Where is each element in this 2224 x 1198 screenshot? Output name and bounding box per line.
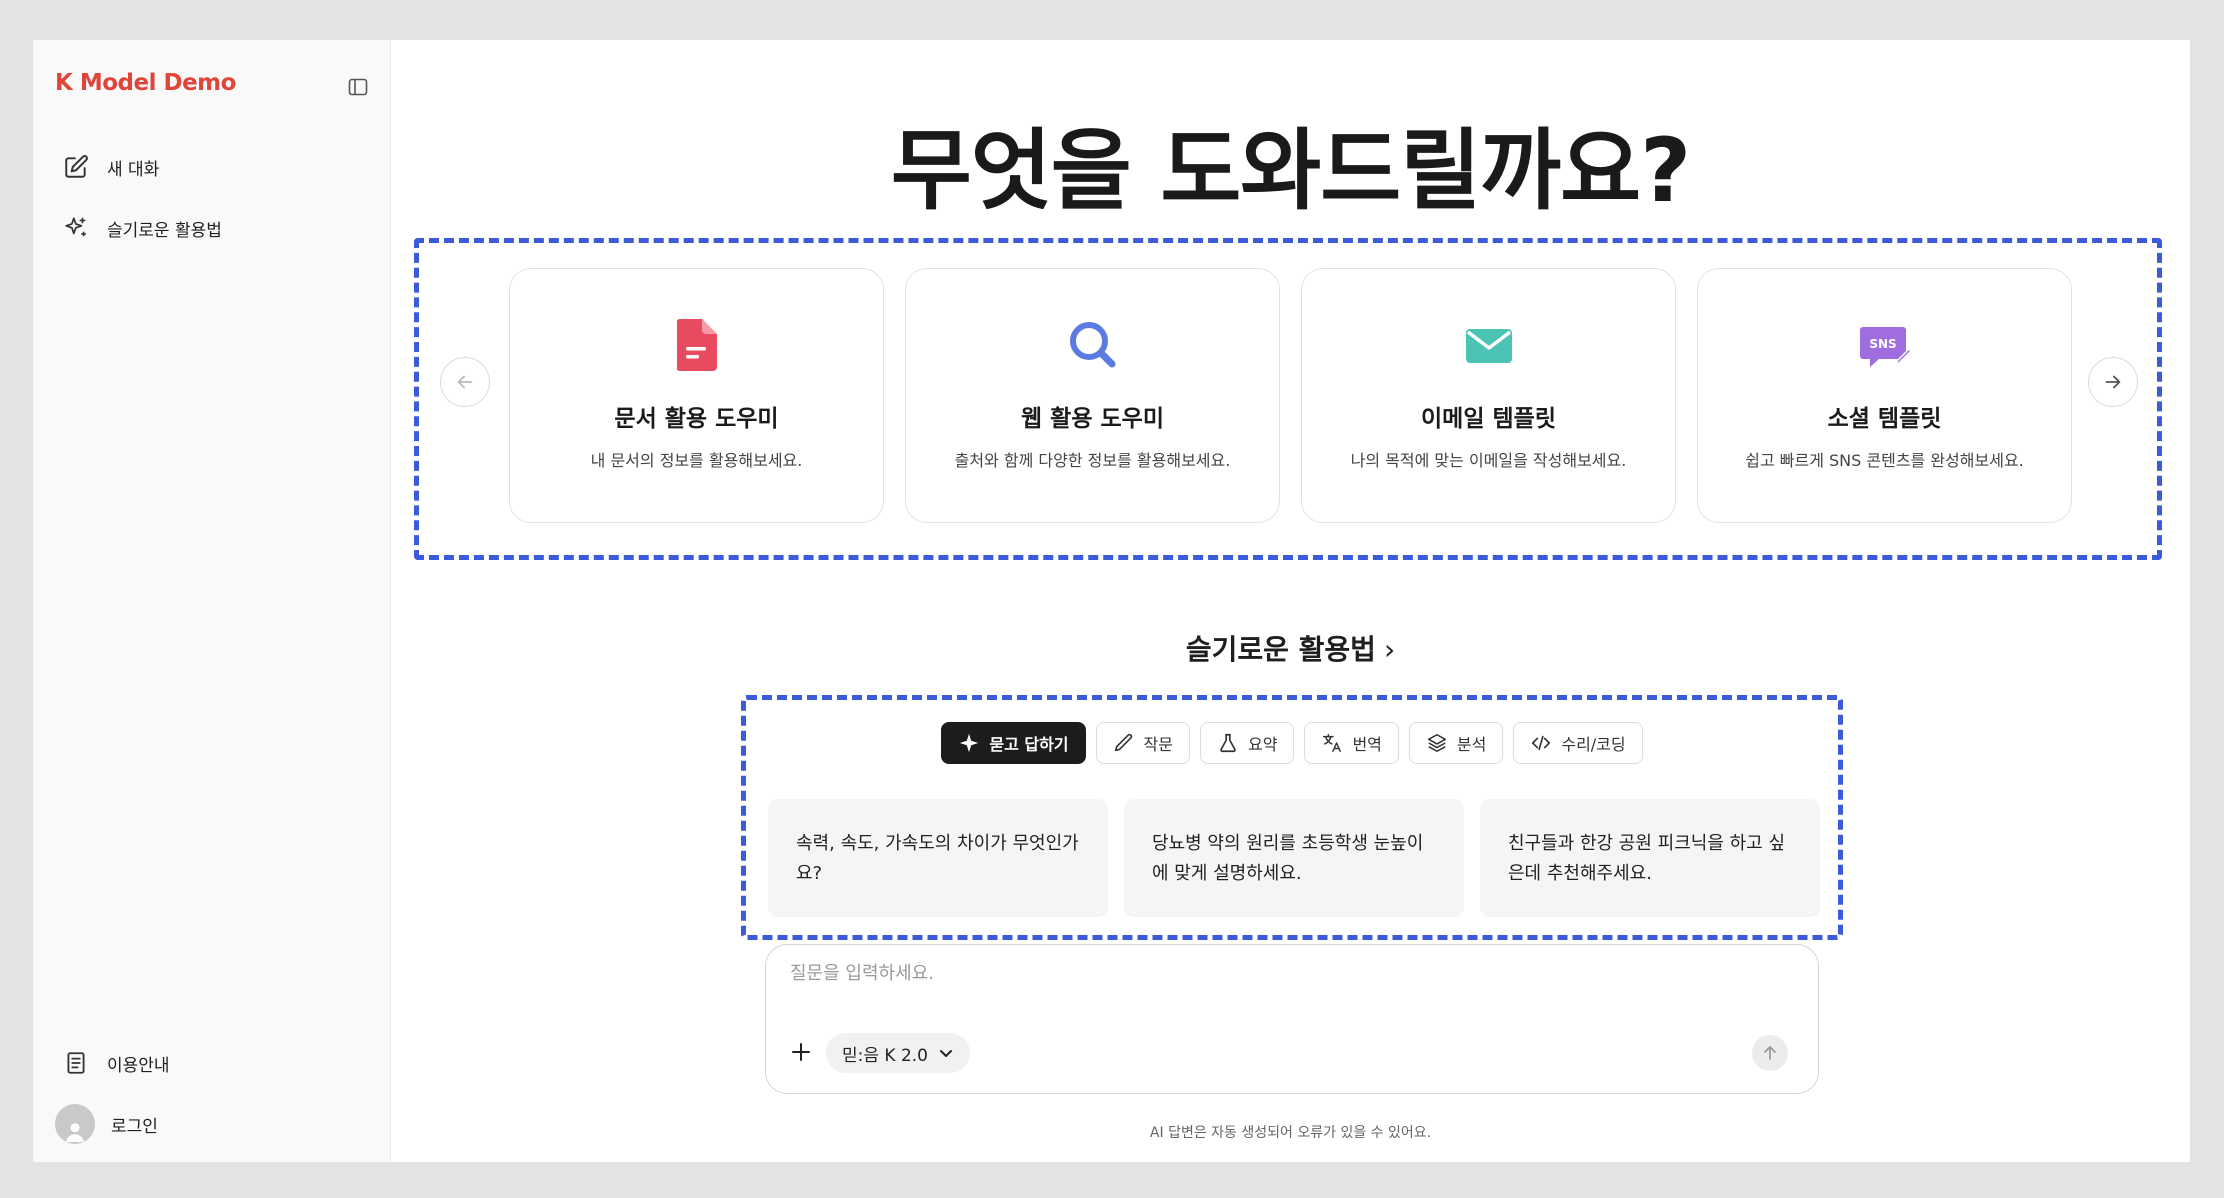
sample-question-card[interactable]: 속력, 속도, 가속도의 차이가 무엇인가요? [768,799,1108,917]
mail-icon [1302,319,1675,375]
chip-label: 작문 [1143,735,1173,754]
send-button[interactable] [1752,1035,1788,1071]
page-title: 무엇을 도와드릴까요? [890,119,1691,222]
sidebar-item-new-chat[interactable]: 새 대화 [63,154,159,180]
main-content: 무엇을 도와드릴까요? 문서 활용 도우미 내 문서의 정보를 활용해보세요. … [391,40,2190,1162]
card-title: 웹 활용 도우미 [1021,406,1164,432]
app-window: K Model Demo 새 대화 슬기로운 활용법 이용안내 로그인 무엇을 … [33,40,2190,1162]
brand-logo[interactable]: K Model Demo [55,70,236,96]
smart-usage-link[interactable]: 슬기로운 활용법 › [391,628,2190,668]
chip-label: 묻고 답하기 [989,735,1069,754]
sidebar: K Model Demo 새 대화 슬기로운 활용법 이용안내 로그인 [33,40,391,1162]
chip-label: 수리/코딩 [1561,735,1626,754]
avatar [55,1104,95,1144]
sample-question-card[interactable]: 친구들과 한강 공원 피크닉을 하고 싶은데 추천해주세요. [1480,799,1820,917]
card-email-template[interactable]: 이메일 템플릿 나의 목적에 맞는 이메일을 작성해보세요. [1301,268,1676,523]
sidebar-item-smart-usage[interactable]: 슬기로운 활용법 [63,215,222,241]
chevron-right-icon: › [1383,633,1396,666]
sns-icon: SNS [1698,319,2071,375]
sidebar-item-label: 슬기로운 활용법 [107,220,222,241]
sample-questions: 속력, 속도, 가속도의 차이가 무엇인가요? 당뇨병 약의 원리를 초등학생 … [768,799,1820,917]
chip-coding[interactable]: 수리/코딩 [1513,722,1643,764]
chip-label: 요약 [1247,735,1278,754]
prompt-suggestions: 묻고 답하기 작문 요약 번역 분석 수리/코딩 속력, 속도, 가속도의 차이… [741,695,1843,940]
pencil-icon [1114,733,1132,752]
sparkle-icon [65,217,87,237]
sidebar-item-label: 새 대화 [107,159,160,180]
card-document-helper[interactable]: 문서 활용 도우미 내 문서의 정보를 활용해보세요. [509,268,884,523]
card-title: 문서 활용 도우미 [614,406,779,432]
document-list-icon [67,1052,85,1074]
card-subtitle: 쉽고 빠르게 SNS 콘텐츠를 완성해보세요. [1745,451,2024,470]
chip-analysis[interactable]: 분석 [1408,722,1504,764]
code-icon [1532,735,1551,751]
card-social-template[interactable]: SNS 소셜 템플릿 쉽고 빠르게 SNS 콘텐츠를 완성해보세요. [1697,268,2072,523]
attach-button[interactable] [788,1039,814,1065]
model-selector[interactable]: 믿:음 K 2.0 [826,1033,970,1073]
card-title: 소셜 템플릿 [1827,406,1942,432]
model-name: 믿:음 K 2.0 [842,1045,928,1066]
svg-text:SNS: SNS [1869,337,1896,351]
chip-translate[interactable]: 번역 [1304,722,1399,764]
card-title: 이메일 템플릿 [1421,406,1556,432]
card-subtitle: 내 문서의 정보를 활용해보세요. [590,451,803,470]
card-subtitle: 출처와 함께 다양한 정보를 활용해보세요. [954,451,1231,470]
plus-icon [792,1043,810,1061]
chip-qa[interactable]: 묻고 답하기 [941,722,1086,764]
card-subtitle: 나의 목적에 맞는 이메일을 작성해보세요. [1350,451,1627,470]
category-chips: 묻고 답하기 작문 요약 번역 분석 수리/코딩 [746,722,1838,764]
chip-label: 번역 [1352,735,1382,754]
translate-icon [1323,734,1342,752]
question-input[interactable] [790,963,1690,984]
sidebar-item-label: 로그인 [111,1116,158,1137]
arrow-up-icon [1764,1046,1776,1060]
arrow-left-icon [457,375,473,389]
chip-writing[interactable]: 작문 [1095,722,1190,764]
search-icon [906,319,1279,375]
sidebar-item-label: 이용안내 [107,1055,170,1076]
arrow-right-icon [2105,375,2121,389]
layers-icon [1427,733,1446,753]
chat-input-box: 믿:음 K 2.0 [765,944,1819,1094]
sidebar-item-login[interactable]: 로그인 [55,1104,158,1144]
carousel-next-button[interactable] [2088,357,2138,407]
sidebar-item-guide[interactable]: 이용안내 [63,1050,170,1076]
edit-icon [65,155,88,178]
sparkle-icon [960,733,979,753]
card-web-helper[interactable]: 웹 활용 도우미 출처와 함께 다양한 정보를 활용해보세요. [905,268,1280,523]
chip-summary[interactable]: 요약 [1199,722,1295,764]
document-icon [510,319,883,375]
flask-icon [1220,733,1236,753]
disclaimer-text: AI 답변은 자동 생성되어 오류가 있을 수 있어요. [1149,1125,1432,1141]
sidebar-toggle-icon[interactable] [345,74,371,100]
chip-label: 분석 [1456,735,1487,754]
carousel-prev-button[interactable] [440,357,490,407]
smart-usage-label: 슬기로운 활용법 [1185,633,1376,666]
feature-carousel: 문서 활용 도우미 내 문서의 정보를 활용해보세요. 웹 활용 도우미 출처와… [414,238,2162,560]
sample-question-card[interactable]: 당뇨병 약의 원리를 초등학생 눈높이에 맞게 설명하세요. [1124,799,1464,917]
chevron-down-icon [940,1050,952,1057]
